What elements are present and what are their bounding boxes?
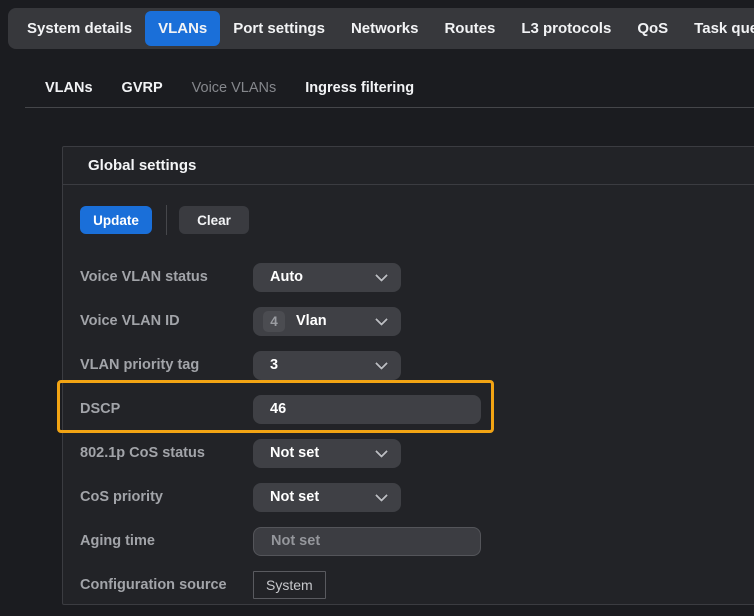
nav-tab-system-details[interactable]: System details xyxy=(14,11,145,46)
chevron-down-icon xyxy=(375,313,388,326)
form-row-voice-vlan-id: Voice VLAN ID 4 Vlan xyxy=(80,306,754,336)
field-label: Aging time xyxy=(80,533,253,549)
form-row-configuration-source: Configuration source System xyxy=(80,570,754,600)
nav-tab-task-queue[interactable]: Task queue xyxy=(681,11,754,46)
global-settings-panel: Global settings Update Clear Voice VLAN … xyxy=(62,146,754,605)
nav-tab-l3-protocols[interactable]: L3 protocols xyxy=(508,11,624,46)
select-value: Auto xyxy=(270,269,303,285)
vlans-subtabs: VLANs GVRP Voice VLANs Ingress filtering xyxy=(0,75,754,101)
chevron-down-icon xyxy=(375,445,388,458)
vlan-id-badge: 4 xyxy=(263,311,285,332)
voice-vlans-settings-page: System details VLANs Port settings Netwo… xyxy=(0,0,754,616)
subtab-gvrp[interactable]: GVRP xyxy=(122,75,163,101)
field-label: DSCP xyxy=(80,401,253,417)
select-value: Vlan xyxy=(296,313,327,329)
dscp-input[interactable] xyxy=(253,395,481,424)
form-row-aging-time: Aging time xyxy=(80,526,754,556)
nav-tab-port-settings[interactable]: Port settings xyxy=(220,11,338,46)
panel-header: Global settings xyxy=(63,147,754,185)
field-label: Voice VLAN status xyxy=(80,269,253,285)
cos-status-select[interactable]: Not set xyxy=(253,439,401,468)
voice-vlan-id-select[interactable]: 4 Vlan xyxy=(253,307,401,336)
field-label: Configuration source xyxy=(80,577,253,593)
top-navbar: System details VLANs Port settings Netwo… xyxy=(8,8,754,49)
form-row-dscp: DSCP xyxy=(80,394,754,424)
action-buttons-row: Update Clear xyxy=(80,205,754,235)
form-row-vlan-priority-tag: VLAN priority tag 3 xyxy=(80,350,754,380)
subtab-voice-vlans[interactable]: Voice VLANs xyxy=(192,75,277,101)
field-label: VLAN priority tag xyxy=(80,357,253,373)
subtab-vlans[interactable]: VLANs xyxy=(45,75,93,101)
subtab-ingress-filtering[interactable]: Ingress filtering xyxy=(305,75,414,101)
form-row-cos-priority: CoS priority Not set xyxy=(80,482,754,512)
chevron-down-icon xyxy=(375,269,388,282)
update-button[interactable]: Update xyxy=(80,206,152,234)
panel-title: Global settings xyxy=(88,157,196,174)
field-label: CoS priority xyxy=(80,489,253,505)
button-divider xyxy=(166,205,167,235)
configuration-source-value: System xyxy=(253,571,326,599)
chevron-down-icon xyxy=(375,489,388,502)
select-value: Not set xyxy=(270,445,319,461)
nav-tab-networks[interactable]: Networks xyxy=(338,11,432,46)
field-label: 802.1p CoS status xyxy=(80,445,253,461)
select-value: Not set xyxy=(270,489,319,505)
nav-tab-qos[interactable]: QoS xyxy=(624,11,681,46)
voice-vlan-status-select[interactable]: Auto xyxy=(253,263,401,292)
nav-tab-routes[interactable]: Routes xyxy=(431,11,508,46)
form-row-8021p-cos-status: 802.1p CoS status Not set xyxy=(80,438,754,468)
cos-priority-select[interactable]: Not set xyxy=(253,483,401,512)
aging-time-input[interactable] xyxy=(253,527,481,556)
field-label: Voice VLAN ID xyxy=(80,313,253,329)
select-value: 3 xyxy=(270,357,278,373)
chevron-down-icon xyxy=(375,357,388,370)
nav-tab-vlans[interactable]: VLANs xyxy=(145,11,220,46)
subtabs-divider xyxy=(25,107,754,108)
clear-button[interactable]: Clear xyxy=(179,206,249,234)
vlan-priority-tag-select[interactable]: 3 xyxy=(253,351,401,380)
form-row-voice-vlan-status: Voice VLAN status Auto xyxy=(80,262,754,292)
panel-body: Update Clear Voice VLAN status Auto Voic… xyxy=(63,185,754,600)
